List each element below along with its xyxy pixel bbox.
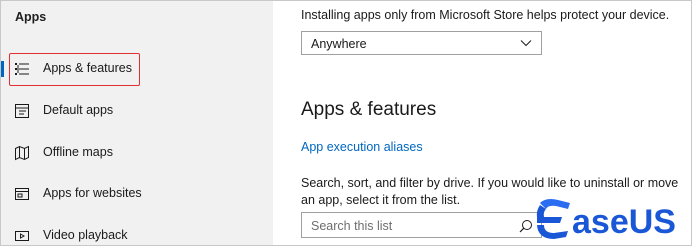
chevron-down-icon — [520, 40, 532, 47]
sidebar-item-label: Default apps — [43, 103, 114, 117]
search-placeholder: Search this list — [311, 219, 393, 233]
dropdown-value: Anywhere — [311, 37, 367, 51]
section-title: Apps & features — [301, 99, 437, 120]
sidebar-item-label: Apps & features — [43, 61, 132, 75]
search-icon — [519, 220, 532, 233]
sidebar-title: Apps — [15, 10, 47, 24]
sidebar-item-label: Offline maps — [43, 145, 113, 159]
sidebar-item-apps-for-websites[interactable]: Apps for websites — [1, 173, 273, 215]
sidebar-item-offline-maps[interactable]: Offline maps — [1, 132, 273, 174]
easeus-logo-mark — [536, 199, 570, 239]
sidebar: Apps Apps & features Default apps Offlin… — [1, 1, 273, 245]
list-icon — [15, 63, 29, 75]
install-source-dropdown[interactable]: Anywhere — [301, 31, 542, 55]
sidebar-item-video-playback[interactable]: Video playback — [1, 215, 273, 245]
search-input[interactable]: Search this list — [301, 212, 542, 238]
default-apps-icon — [15, 104, 29, 118]
web-apps-icon — [15, 188, 29, 200]
video-icon — [15, 231, 29, 241]
easeus-logo-text: aseUS — [572, 203, 676, 241]
app-execution-aliases-link[interactable]: App execution aliases — [301, 140, 423, 154]
easeus-watermark-logo: aseUS — [536, 199, 676, 241]
map-icon — [15, 145, 29, 161]
sidebar-item-default-apps[interactable]: Default apps — [1, 90, 273, 132]
install-source-description: Installing apps only from Microsoft Stor… — [301, 8, 670, 22]
sidebar-item-apps-features[interactable]: Apps & features — [1, 48, 273, 90]
settings-window: Apps Apps & features Default apps Offlin… — [0, 0, 692, 246]
sidebar-item-label: Video playback — [43, 228, 128, 242]
sidebar-item-label: Apps for websites — [43, 186, 142, 200]
